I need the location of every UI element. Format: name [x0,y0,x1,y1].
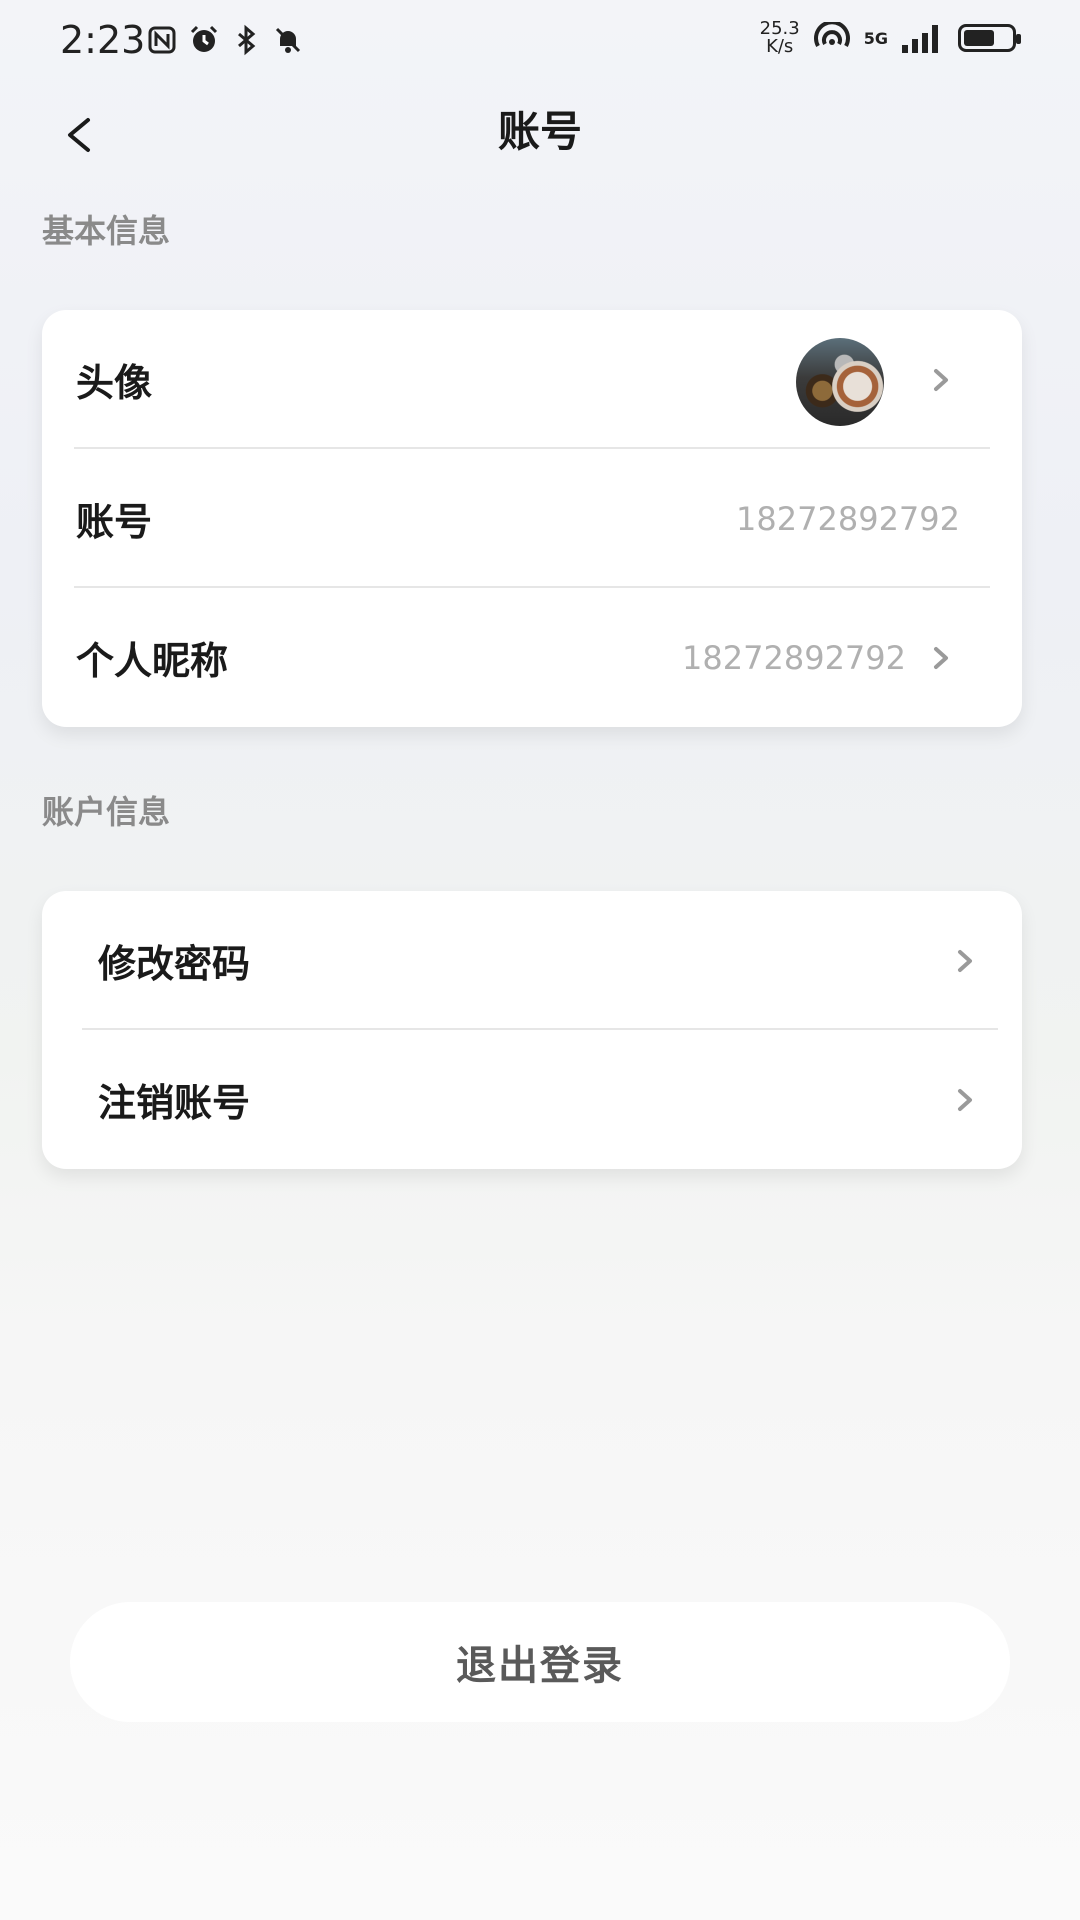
chevron-right-icon [934,647,948,669]
status-time: 2:23 [60,18,146,62]
page-title: 账号 [497,107,582,156]
chevron-right-icon [958,950,972,972]
signal-icon [902,25,938,53]
network-type: 5G [863,28,888,48]
nickname-label: 个人昵称 [76,639,229,683]
nfc-icon [148,26,176,54]
nav-bar: 账号 [0,90,1080,180]
logout-label: 退出登录 [456,1643,624,1689]
net-speed: 25.3 K/s [759,18,800,57]
chevron-right-icon [958,1089,972,1111]
status-bar: 2:23 25.3 K/s 5G [0,0,1080,80]
section-label-account-info: 账户信息 [42,793,171,831]
status-icons-right: 25.3 K/s 5G [759,18,1021,57]
status-icons-left [146,24,304,56]
bluetooth-icon [238,24,256,56]
nickname-row[interactable]: 个人昵称 18272892792 [42,588,1022,727]
alarm-icon [190,25,218,52]
change-password-row[interactable]: 修改密码 [42,891,1022,1030]
account-row: 账号 18272892792 [42,449,1022,588]
logout-button[interactable]: 退出登录 [70,1602,1010,1722]
delete-account-row[interactable]: 注销账号 [42,1030,1022,1169]
basic-info-card: 头像 账号 18272892792 个人昵称 18272892792 [42,310,1022,727]
change-password-label: 修改密码 [98,942,251,986]
account-label: 账号 [76,500,153,544]
account-value: 18272892792 [736,499,960,538]
delete-account-label: 注销账号 [98,1081,251,1125]
mute-bell-icon [275,27,301,53]
hotspot-icon [813,22,850,47]
nickname-value: 18272892792 [682,638,906,677]
account-info-card: 修改密码 注销账号 [42,891,1022,1169]
battery-icon [958,24,1021,52]
avatar-label: 头像 [76,361,153,405]
avatar [796,338,884,426]
section-label-basic-info: 基本信息 [42,212,171,250]
chevron-right-icon [934,369,948,391]
battery-level [964,30,994,46]
avatar-row[interactable]: 头像 [42,310,1022,449]
